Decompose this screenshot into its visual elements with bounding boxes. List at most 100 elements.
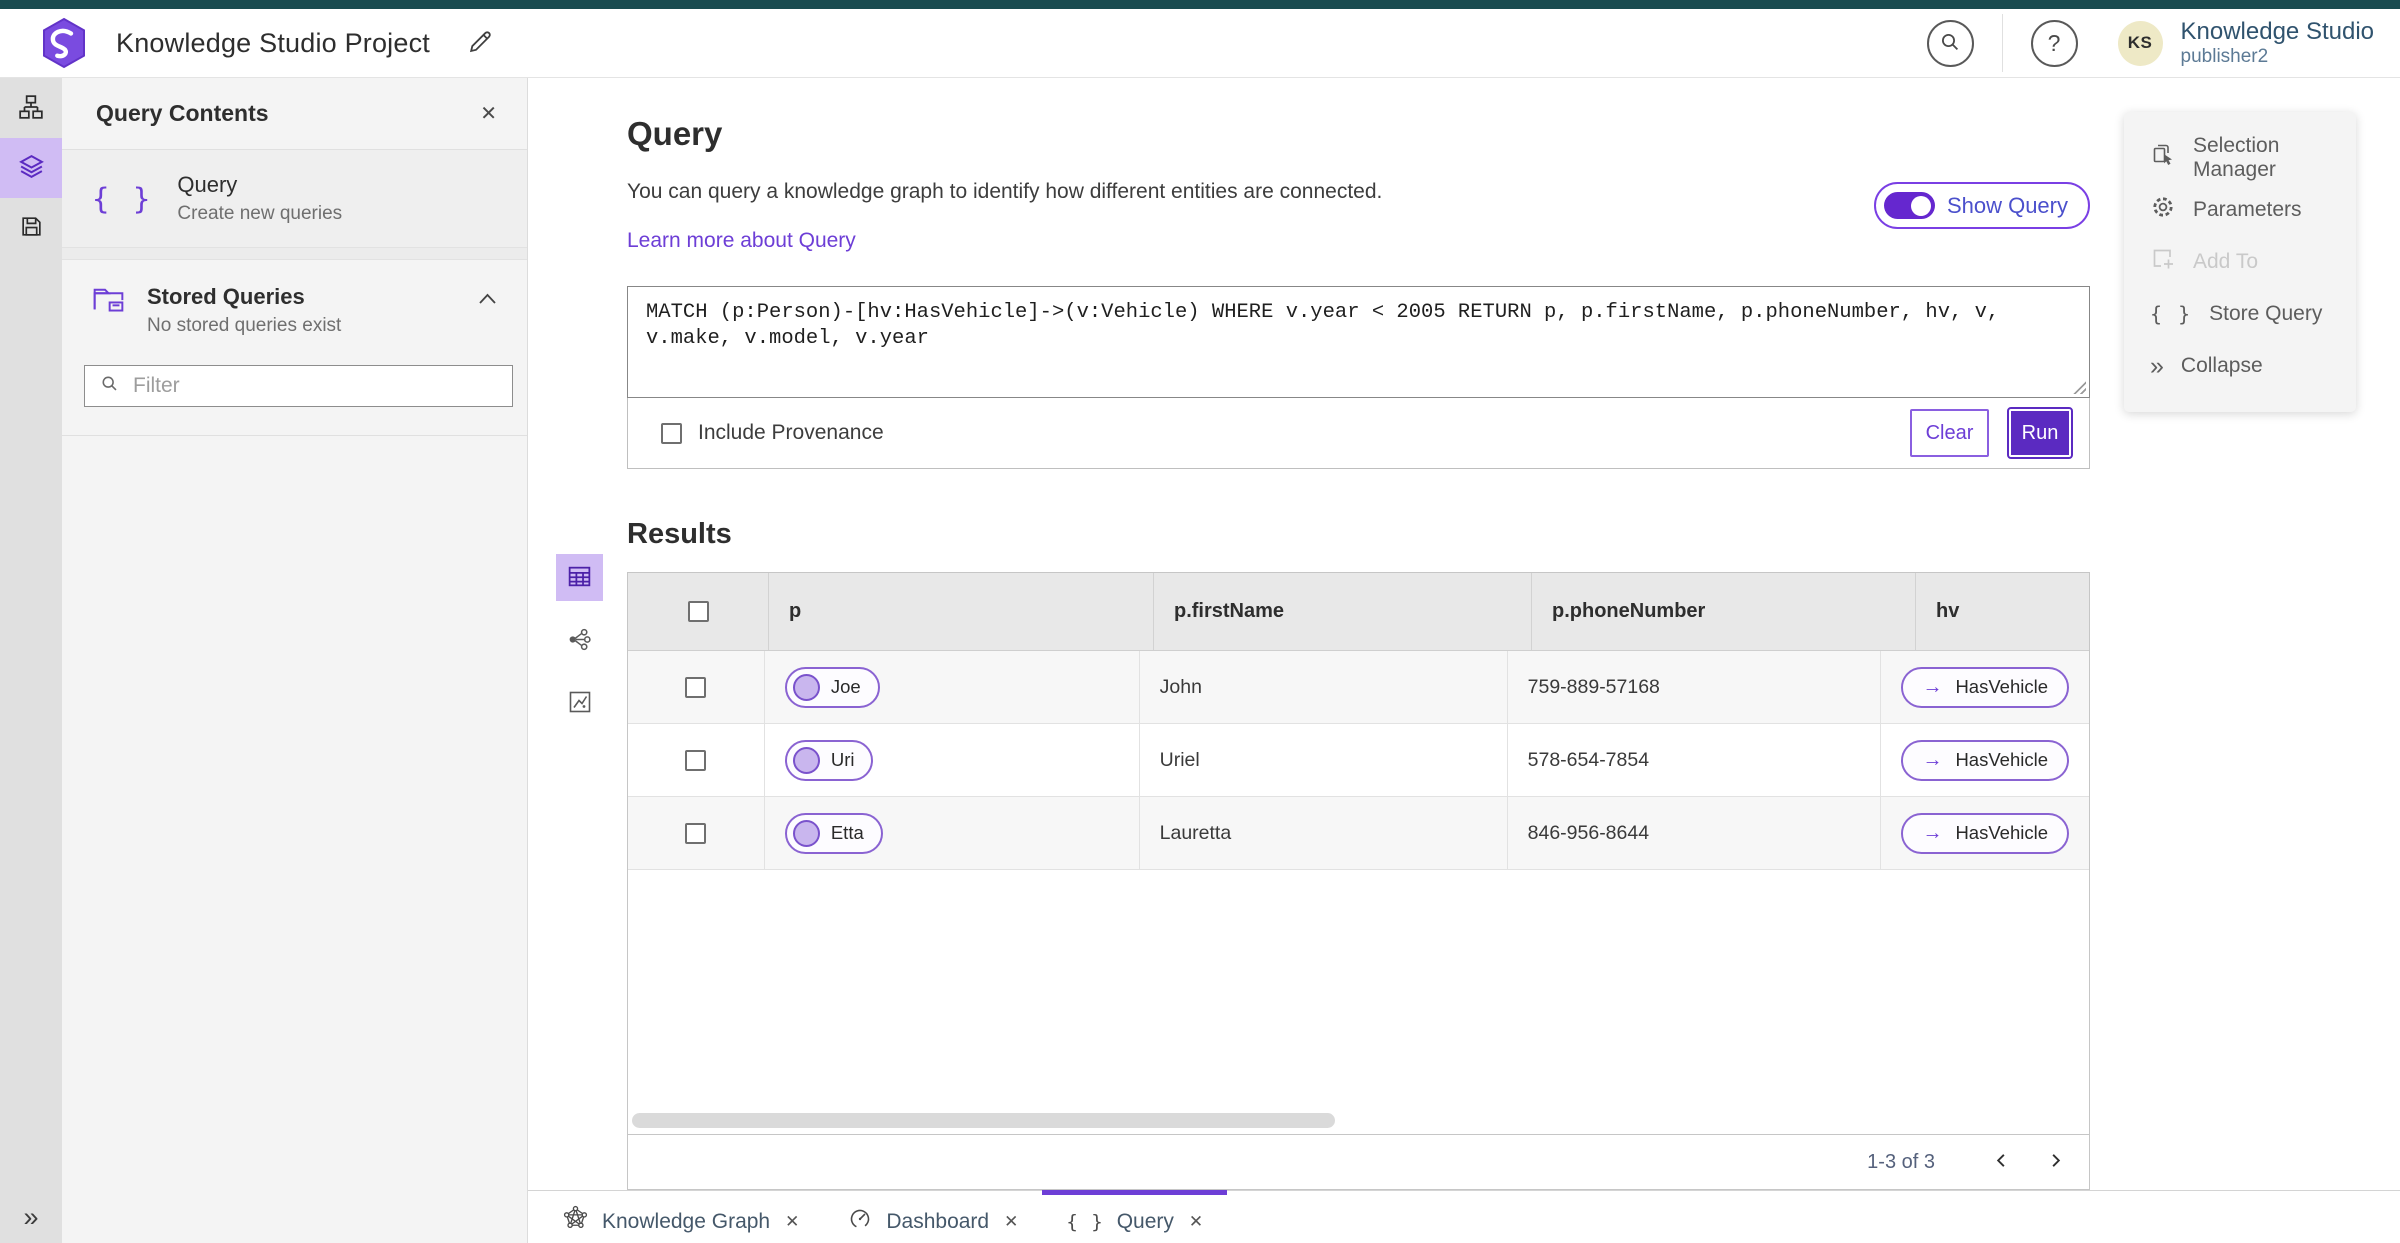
row-checkbox[interactable] (685, 822, 707, 844)
collapse-stored-queries-button[interactable] (478, 284, 497, 308)
search-icon (99, 373, 120, 399)
edge-pill[interactable]: → HasVehicle (1901, 739, 2069, 781)
tab-knowledge-graph[interactable]: Knowledge Graph ✕ (538, 1191, 823, 1243)
chevron-left-icon (1993, 1152, 2010, 1172)
main-area: Query You can query a knowledge graph to… (528, 78, 2400, 1190)
chart-view-button[interactable] (556, 680, 603, 727)
learn-more-link[interactable]: Learn more about Query (627, 229, 856, 253)
tab-dashboard[interactable]: Dashboard ✕ (823, 1191, 1042, 1243)
edge-label: HasVehicle (1955, 676, 2048, 697)
edit-project-title-button[interactable] (466, 28, 493, 58)
node-circle-icon (792, 673, 820, 701)
node-circle-icon (792, 746, 820, 774)
user-block: Knowledge Studio publisher2 (2181, 18, 2374, 67)
horizontal-scrollbar[interactable] (632, 1113, 1335, 1128)
cell-firstname: Lauretta (1140, 797, 1508, 869)
avatar[interactable]: KS (2117, 20, 2163, 66)
parameters-label: Parameters (2193, 198, 2302, 221)
gauge-icon (847, 1206, 873, 1238)
panel-item-query[interactable]: { } Query Create new queries (62, 150, 527, 248)
panel-item-stored-queries[interactable]: Stored Queries No stored queries exist (62, 260, 527, 351)
table-row: Uri Uriel 578-654-7854 → HasVehicle (628, 724, 2089, 797)
previous-page-button[interactable] (1981, 1142, 2021, 1182)
node-pill[interactable]: Uri (784, 739, 874, 781)
tab-label: Query (1116, 1209, 1174, 1233)
filter-input[interactable] (133, 374, 498, 398)
expand-rail-button[interactable]: » (0, 1202, 62, 1233)
results-table: p p.firstName p.phoneNumber hv Joe John … (627, 572, 2090, 1190)
node-pill[interactable]: Etta (784, 812, 883, 854)
selection-manager-item[interactable]: Selection Manager (2124, 132, 2356, 184)
column-header-phonenumber[interactable]: p.phoneNumber (1532, 573, 1916, 650)
tab-query[interactable]: { } Query ✕ (1042, 1190, 1227, 1243)
edge-pill[interactable]: → HasVehicle (1901, 666, 2069, 708)
parameters-item[interactable]: Parameters (2124, 184, 2356, 236)
table-view-icon (566, 563, 593, 593)
stored-queries-description: No stored queries exist (147, 315, 342, 336)
query-editor[interactable]: MATCH (p:Person)-[hv:HasVehicle]->(v:Veh… (627, 286, 2090, 398)
braces-icon: { } (2150, 302, 2193, 326)
edge-pill[interactable]: → HasVehicle (1901, 812, 2069, 854)
chevron-right-icon (2047, 1152, 2064, 1172)
hierarchy-icon (18, 94, 44, 123)
sidebar-item-layers[interactable] (0, 138, 62, 198)
project-title: Knowledge Studio Project (116, 27, 430, 58)
row-checkbox[interactable] (685, 676, 707, 698)
layers-icon (18, 153, 45, 183)
edge-label: HasVehicle (1955, 749, 2048, 770)
toggle-knob (1910, 195, 1931, 216)
clear-button[interactable]: Clear (1910, 409, 1989, 457)
chevron-up-icon (478, 293, 497, 308)
stored-queries-label: Stored Queries (147, 284, 305, 309)
sidebar-item-save[interactable] (0, 198, 62, 258)
pagination: 1-3 of 3 (628, 1134, 2089, 1189)
node-pill[interactable]: Joe (784, 666, 880, 708)
query-description: You can query a knowledge graph to ident… (627, 180, 1383, 203)
selection-manager-icon (2150, 142, 2176, 174)
page-title: Query (627, 115, 723, 152)
show-query-toggle[interactable]: Show Query (1873, 182, 2090, 229)
run-button[interactable]: Run (2007, 407, 2073, 459)
close-tab-icon[interactable]: ✕ (1004, 1212, 1018, 1232)
header: Knowledge Studio Project ? KS Knowledge … (0, 9, 2400, 78)
store-query-item[interactable]: { } Store Query (2124, 288, 2356, 340)
include-provenance-checkbox[interactable] (661, 422, 682, 444)
tab-label: Dashboard (886, 1209, 990, 1233)
close-panel-button[interactable]: ✕ (480, 101, 497, 126)
braces-icon: { } (1066, 1210, 1104, 1233)
close-tab-icon[interactable]: ✕ (785, 1212, 799, 1232)
node-label: Joe (830, 676, 861, 697)
results-title: Results (627, 518, 732, 550)
query-box: MATCH (p:Person)-[hv:HasVehicle]->(v:Veh… (627, 286, 2090, 469)
panel-section-gap (62, 248, 527, 260)
collapse-item[interactable]: » Collapse (2124, 340, 2356, 392)
column-header-firstname[interactable]: p.firstName (1154, 573, 1532, 650)
select-all-checkbox[interactable] (687, 601, 709, 622)
row-checkbox[interactable] (685, 749, 707, 771)
save-icon (19, 214, 44, 242)
column-header-hv[interactable]: hv (1916, 573, 2089, 650)
close-tab-icon[interactable]: ✕ (1189, 1212, 1203, 1232)
next-page-button[interactable] (2035, 1142, 2075, 1182)
cell-firstname: John (1140, 651, 1508, 723)
table-header-row: p p.firstName p.phoneNumber hv (628, 573, 2089, 651)
search-button[interactable] (1926, 19, 1974, 67)
chart-view-icon (567, 689, 593, 718)
cell-phonenumber: 759-889-57168 (1508, 651, 1882, 723)
bottom-tab-bar: Knowledge Graph ✕ Dashboard ✕ { } Query … (528, 1190, 2400, 1243)
arrow-right-icon: → (1922, 748, 1943, 771)
cell-phonenumber: 578-654-7854 (1508, 724, 1882, 796)
view-switcher (556, 554, 603, 727)
sidebar-item-hierarchy[interactable] (0, 78, 62, 138)
double-chevron-right-icon: » (23, 1202, 39, 1232)
add-to-item: Add To (2124, 236, 2356, 288)
column-header-p[interactable]: p (769, 573, 1154, 650)
query-footer: Include Provenance Clear Run (628, 398, 2089, 468)
graph-view-button[interactable] (556, 617, 603, 664)
table-view-button[interactable] (556, 554, 603, 601)
add-to-label: Add To (2193, 250, 2258, 273)
arrow-right-icon: → (1922, 821, 1943, 844)
close-icon: ✕ (480, 103, 497, 125)
help-button[interactable]: ? (2030, 19, 2078, 67)
knowledge-studio-logo-icon (40, 17, 88, 69)
